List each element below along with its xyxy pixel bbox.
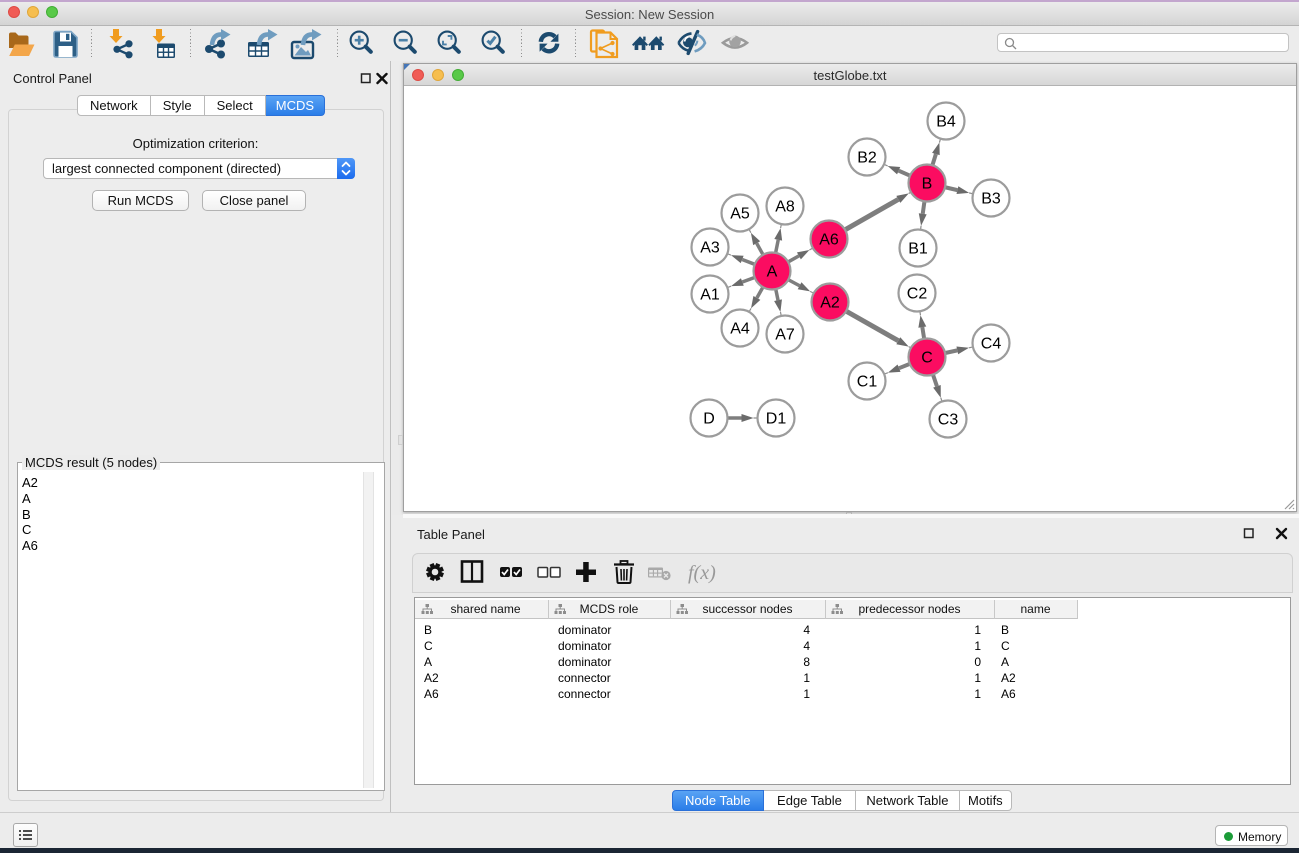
svg-text:B1: B1 xyxy=(908,241,928,258)
svg-text:C2: C2 xyxy=(907,286,928,303)
svg-text:C1: C1 xyxy=(857,374,878,391)
svg-text:B2: B2 xyxy=(857,150,877,167)
svg-text:A2: A2 xyxy=(820,295,840,312)
svg-text:C3: C3 xyxy=(938,412,959,429)
svg-text:f(x): f(x) xyxy=(688,562,716,584)
svg-text:A4: A4 xyxy=(730,321,750,338)
svg-text:A5: A5 xyxy=(730,206,750,223)
svg-text:A6: A6 xyxy=(819,232,839,249)
svg-text:A3: A3 xyxy=(700,240,720,257)
svg-text:D: D xyxy=(703,411,715,428)
svg-text:A: A xyxy=(767,264,778,281)
svg-text:B4: B4 xyxy=(936,114,956,131)
svg-text:A1: A1 xyxy=(700,287,720,304)
svg-text:D1: D1 xyxy=(766,411,787,428)
svg-text:C4: C4 xyxy=(981,336,1002,353)
svg-text:A7: A7 xyxy=(775,327,795,344)
svg-text:B3: B3 xyxy=(981,191,1001,208)
svg-text:C: C xyxy=(921,350,933,367)
svg-text:B: B xyxy=(922,176,933,193)
svg-text:A8: A8 xyxy=(775,199,795,216)
